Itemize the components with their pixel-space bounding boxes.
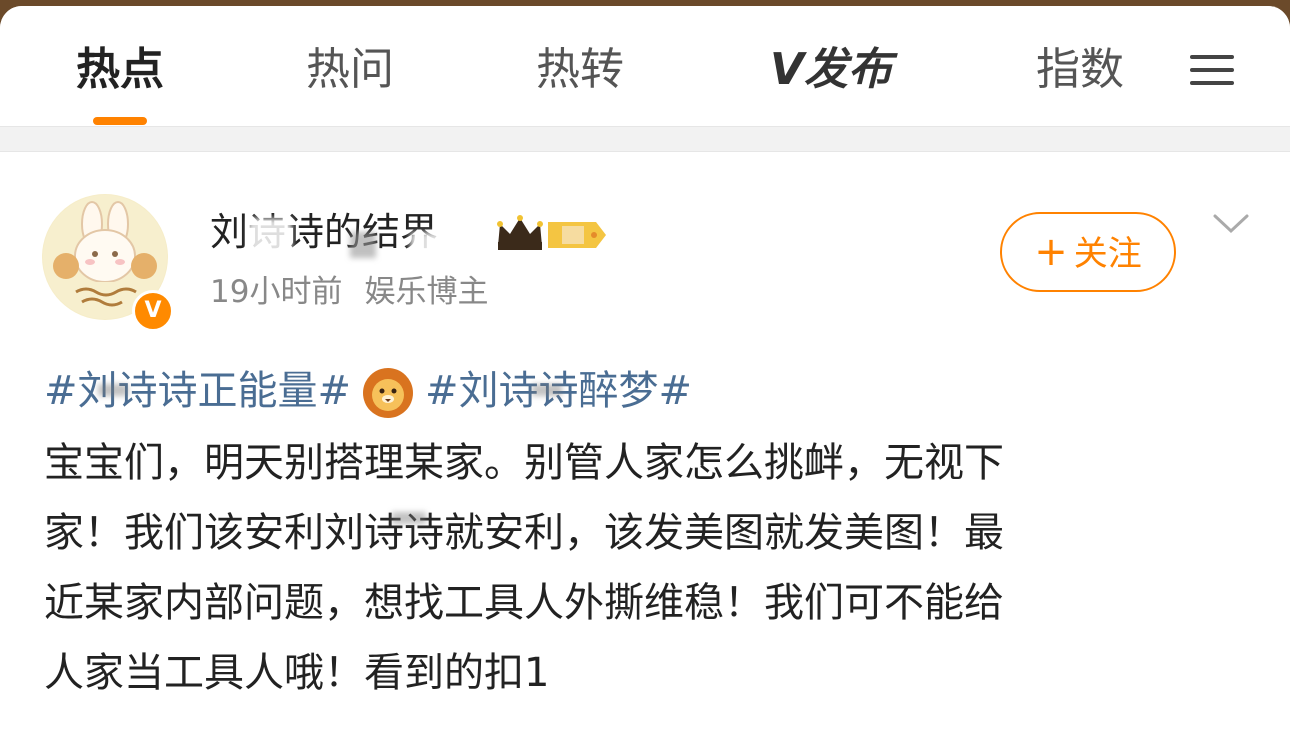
tab-index[interactable]: 指数: [1020, 40, 1140, 100]
redaction-mark: [98, 384, 128, 396]
section-divider: [0, 126, 1290, 152]
hamburger-menu-icon[interactable]: [1190, 53, 1234, 87]
post-time: 19小时前: [210, 274, 343, 310]
redaction-mark: [248, 218, 292, 258]
tab-hot-forward[interactable]: 热转: [520, 40, 640, 100]
tab-hot-ask[interactable]: 热问: [290, 40, 410, 100]
username[interactable]: 刘诗诗的结界: [210, 206, 438, 258]
verified-v-icon: V: [132, 290, 174, 332]
level-badge-icon: [546, 218, 608, 252]
lion-emoji-icon: [361, 366, 415, 420]
hashtag-link[interactable]: #刘诗诗正能量#: [44, 368, 351, 414]
crown-icon: [494, 212, 546, 252]
redaction-mark: [532, 384, 562, 396]
post-text-line: 宝宝们，明天别搭理某家。别管人家怎么挑衅，无视下: [44, 440, 1004, 486]
post-text-line: 家！我们该安利刘诗诗就安利，该发美图就发美图！最: [44, 510, 1004, 556]
redaction-mark: [392, 512, 426, 524]
follow-label: 关注: [1073, 234, 1142, 274]
active-tab-indicator: [93, 117, 147, 125]
tab-hot[interactable]: 热点: [60, 40, 180, 100]
author-role: 娱乐博主: [364, 274, 489, 310]
post-body: 宝宝们，明天别搭理某家。别管人家怎么挑衅，无视下 家！我们该安利刘诗诗就安利，该…: [44, 428, 1244, 708]
follow-button[interactable]: + 关注: [1000, 212, 1176, 292]
post-text-line: 人家当工具人哦！看到的扣1: [44, 650, 550, 696]
top-tab-bar: 热点 热问 热转 V发布 指数: [0, 6, 1290, 126]
tab-v-publish[interactable]: V发布: [766, 40, 896, 100]
post-text-line: 近某家内部问题，想找工具人外撕维稳！我们可不能给: [44, 580, 1004, 626]
app-screen: 热点 热问 热转 V发布 指数 V 刘诗诗的结界 19小时前 娱乐博主 + 关注…: [0, 6, 1290, 731]
post-meta: 19小时前 娱乐博主: [210, 270, 488, 314]
chevron-down-icon[interactable]: [1212, 212, 1250, 236]
plus-icon: +: [1034, 229, 1068, 275]
redaction-mark: [350, 232, 376, 258]
redaction-mark: [410, 232, 490, 258]
hashtag-row: #刘诗诗正能量# #刘诗诗醉梦#: [44, 360, 692, 422]
